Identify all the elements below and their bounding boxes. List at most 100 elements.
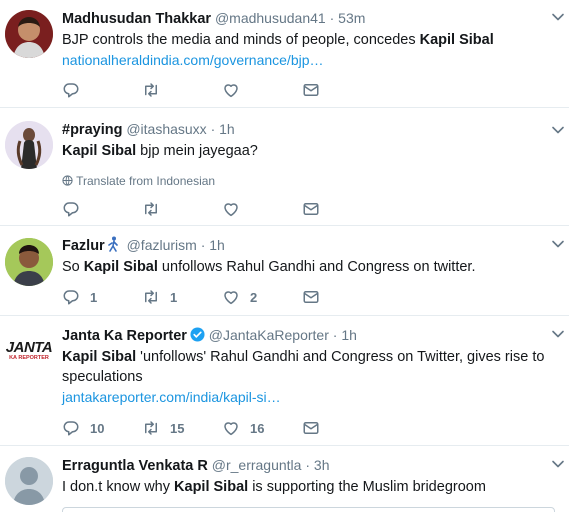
tweet-actions: 10 15 16 [62, 418, 382, 438]
avatar[interactable]: JANTA KA REPORTER [5, 327, 53, 375]
like-count: 16 [250, 420, 265, 436]
translate-link[interactable]: Translate from Indonesian [62, 173, 549, 189]
translate-label: Translate from Indonesian [76, 174, 216, 188]
chevron-down-icon[interactable] [551, 327, 565, 341]
text-segment: bjp mein jayegaa? [136, 143, 258, 159]
timestamp[interactable]: 1h [209, 237, 225, 253]
reply-button[interactable] [62, 199, 142, 219]
heart-icon [222, 419, 240, 437]
person-walking-icon [107, 236, 118, 252]
retweet-count: 1 [170, 289, 178, 305]
text-highlight: Kapil Sibal [62, 143, 137, 159]
text-highlight: Kapil Sibal [62, 349, 137, 365]
fullname[interactable]: #praying [62, 122, 122, 138]
chevron-down-icon[interactable] [551, 10, 565, 24]
text-segment: I don.t know why [62, 479, 175, 495]
username[interactable]: @madhusudan41 [215, 10, 326, 26]
direct-message-button[interactable] [302, 418, 382, 438]
heart-icon [222, 81, 240, 99]
text-segment: So [62, 259, 84, 275]
like-count: 2 [250, 289, 258, 305]
logo-subtext: KA REPORTER [9, 355, 49, 361]
reply-button[interactable]: 1 [62, 287, 142, 307]
mail-icon [302, 419, 320, 437]
timestamp[interactable]: 1h [219, 121, 235, 137]
like-button[interactable]: 2 [222, 287, 302, 307]
direct-message-button[interactable] [302, 287, 382, 307]
reply-count: 10 [90, 420, 105, 436]
tweet-actions: 1 1 2 [62, 287, 382, 307]
chevron-down-icon[interactable] [551, 457, 565, 471]
username[interactable]: @r_erraguntla [212, 457, 302, 473]
retweet-icon [142, 419, 160, 437]
logo-text: JANTA [5, 339, 53, 356]
tweet-header: #praying @itashasuxx · 1h [62, 119, 549, 139]
tweet-text: Kapil Sibal bjp mein jayegaa? [62, 141, 549, 161]
tweet-item[interactable]: JANTA KA REPORTER Janta Ka Reporter @Jan… [0, 317, 569, 446]
direct-message-button[interactable] [302, 199, 382, 219]
fullname[interactable]: Erraguntla Venkata R [62, 458, 208, 474]
like-button[interactable] [222, 199, 302, 219]
chevron-down-icon[interactable] [551, 237, 565, 251]
retweet-icon [142, 288, 160, 306]
tweet-item[interactable]: #praying @itashasuxx · 1h Kapil Sibal bj… [0, 109, 569, 226]
timestamp[interactable]: 53m [338, 10, 365, 26]
like-button[interactable] [222, 80, 302, 100]
quoted-tweet-card[interactable] [62, 507, 555, 512]
timestamp[interactable]: 1h [341, 327, 357, 343]
tweet-item[interactable]: Erraguntla Venkata R @r_erraguntla · 3h … [0, 447, 569, 512]
tweet-item[interactable]: Fazlur @fazlurism · 1h So Kapil Sibal un… [0, 227, 569, 316]
fullname[interactable]: Madhusudan Thakkar [62, 11, 211, 27]
retweet-icon [142, 81, 160, 99]
text-highlight: Kapil Sibal [174, 479, 249, 495]
reply-button[interactable] [62, 80, 142, 100]
direct-message-button[interactable] [302, 80, 382, 100]
tweet-header: Fazlur @fazlurism · 1h [62, 235, 549, 255]
avatar[interactable] [5, 238, 53, 286]
reply-icon [62, 200, 80, 218]
tweet-link[interactable]: jantakareporter.com/india/kapil-si… [62, 387, 549, 407]
reply-count: 1 [90, 289, 98, 305]
fullname[interactable]: Janta Ka Reporter [62, 328, 187, 344]
chevron-down-icon[interactable] [551, 123, 565, 137]
avatar[interactable] [5, 457, 53, 505]
text-highlight: Kapil Sibal [419, 32, 494, 48]
tweet-item[interactable]: Madhusudan Thakkar @madhusudan41 · 53m B… [0, 0, 569, 108]
retweet-button[interactable]: 15 [142, 418, 222, 438]
mail-icon [302, 200, 320, 218]
retweet-button[interactable] [142, 80, 222, 100]
tweet-actions [62, 80, 382, 100]
tweet-header: Janta Ka Reporter @JantaKaReporter · 1h [62, 325, 549, 345]
like-button[interactable]: 16 [222, 418, 302, 438]
separator: · [305, 457, 311, 473]
timestamp[interactable]: 3h [314, 457, 330, 473]
separator: · [332, 327, 338, 343]
username[interactable]: @JantaKaReporter [209, 327, 329, 343]
tweet-text: So Kapil Sibal unfollows Rahul Gandhi an… [62, 257, 549, 277]
verified-badge-icon [190, 327, 205, 342]
retweet-button[interactable] [142, 199, 222, 219]
tweet-feed: Madhusudan Thakkar @madhusudan41 · 53m B… [0, 0, 569, 512]
globe-icon [62, 175, 73, 186]
mail-icon [302, 81, 320, 99]
retweet-count: 15 [170, 420, 185, 436]
text-segment: is supporting the Muslim bridegroom [248, 479, 486, 495]
reply-button[interactable]: 10 [62, 418, 142, 438]
tweet-actions [62, 199, 382, 219]
tweet-header: Madhusudan Thakkar @madhusudan41 · 53m [62, 8, 549, 28]
tweet-text: BJP controls the media and minds of peop… [62, 30, 549, 50]
heart-icon [222, 288, 240, 306]
username[interactable]: @itashasuxx [126, 121, 206, 137]
avatar[interactable] [5, 10, 53, 58]
tweet-header: Erraguntla Venkata R @r_erraguntla · 3h [62, 455, 549, 475]
username[interactable]: @fazlurism [127, 237, 197, 253]
tweet-text: Kapil Sibal 'unfollows' Rahul Gandhi and… [62, 347, 549, 387]
retweet-icon [142, 200, 160, 218]
separator: · [200, 237, 206, 253]
avatar[interactable] [5, 121, 53, 169]
separator: · [210, 121, 216, 137]
janta-logo: JANTA KA REPORTER [5, 327, 53, 375]
retweet-button[interactable]: 1 [142, 287, 222, 307]
fullname[interactable]: Fazlur [62, 238, 105, 254]
tweet-link[interactable]: nationalheraldindia.com/governance/bjp… [62, 50, 549, 70]
